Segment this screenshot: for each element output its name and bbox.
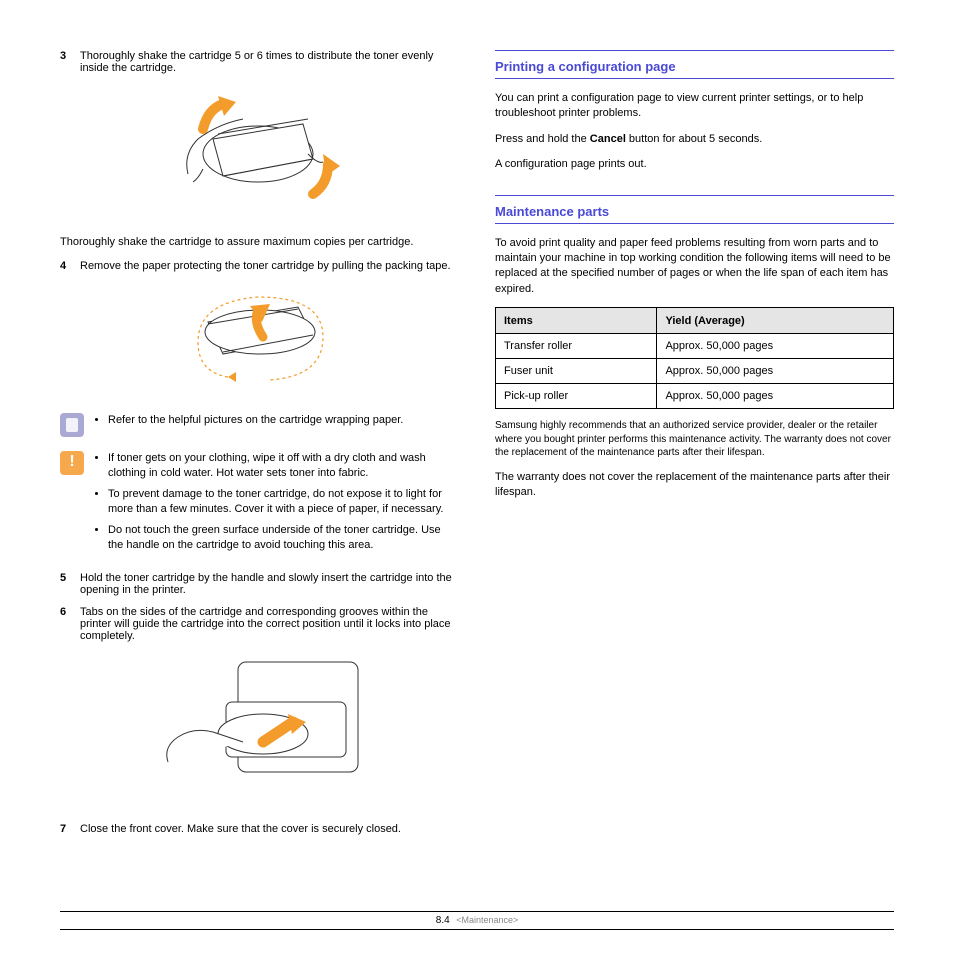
figure-remove-tape (60, 282, 455, 395)
heading-config: Printing a configuration page (495, 57, 894, 79)
warning-item: To prevent damage to the toner cartridge… (108, 487, 455, 517)
table-cell: Approx. 50,000 pages (657, 384, 894, 409)
figure-insert-cartridge (60, 652, 455, 805)
caution-icon (60, 451, 84, 475)
insert-cartridge-illustration (148, 652, 368, 802)
step-5: 5 Hold the toner cartridge by the handle… (60, 572, 455, 596)
maintenance-intro: To avoid print quality and paper feed pr… (495, 236, 894, 298)
warning-note: If toner gets on your clothing, wipe it … (60, 451, 455, 558)
right-column: Printing a configuration page You can pr… (495, 50, 894, 845)
table-header: Yield (Average) (657, 308, 894, 334)
step-text: Tabs on the sides of the cartridge and c… (80, 606, 455, 642)
step-number: 6 (60, 606, 72, 642)
step-number: 4 (60, 260, 72, 272)
note-icon (60, 413, 84, 437)
step-6: 6 Tabs on the sides of the cartridge and… (60, 606, 455, 642)
section-label: <Maintenance> (456, 915, 518, 925)
page-content: 3 Thoroughly shake the cartridge 5 or 6 … (0, 0, 954, 875)
config-result: A configuration page prints out. (495, 157, 894, 172)
step-number: 7 (60, 823, 72, 835)
remove-tape-illustration (178, 282, 338, 392)
config-intro: You can print a configuration page to vi… (495, 91, 894, 122)
config-press: Press and hold the Cancel button for abo… (495, 132, 894, 147)
table-header-row: Items Yield (Average) (496, 308, 894, 334)
step-7: 7 Close the front cover. Make sure that … (60, 823, 455, 835)
table-row: Fuser unit Approx. 50,000 pages (496, 359, 894, 384)
press-pre: Press and hold the (495, 133, 590, 145)
heading-maintenance: Maintenance parts (495, 202, 894, 224)
cancel-button-label: Cancel (590, 133, 626, 145)
shake-caption: Thoroughly shake the cartridge to assure… (60, 235, 455, 250)
table-header: Items (496, 308, 657, 334)
left-column: 3 Thoroughly shake the cartridge 5 or 6 … (60, 50, 455, 845)
warning-item: If toner gets on your clothing, wipe it … (108, 451, 455, 481)
heading-rule-top (495, 195, 894, 196)
step-number: 5 (60, 572, 72, 596)
table-cell: Pick-up roller (496, 384, 657, 409)
step-text: Close the front cover. Make sure that th… (80, 823, 455, 835)
page-footer: 8.4 <Maintenance> (60, 911, 894, 930)
shake-cartridge-illustration (158, 84, 358, 214)
maintenance-note-1: Samsung highly recommends that an author… (495, 419, 894, 460)
warning-item: Do not touch the green surface underside… (108, 523, 455, 553)
step-4: 4 Remove the paper protecting the toner … (60, 260, 455, 272)
maintenance-note-2: The warranty does not cover the replacem… (495, 470, 894, 501)
info-note-text: Refer to the helpful pictures on the car… (108, 413, 455, 428)
table-cell: Fuser unit (496, 359, 657, 384)
table-cell: Approx. 50,000 pages (657, 334, 894, 359)
step-3: 3 Thoroughly shake the cartridge 5 or 6 … (60, 50, 455, 74)
note-body: Refer to the helpful pictures on the car… (94, 413, 455, 434)
step-text: Remove the paper protecting the toner ca… (80, 260, 455, 272)
info-note: Refer to the helpful pictures on the car… (60, 413, 455, 437)
page-number: 8.4 (436, 915, 450, 926)
table-row: Transfer roller Approx. 50,000 pages (496, 334, 894, 359)
heading-rule-top (495, 50, 894, 51)
step-text: Thoroughly shake the cartridge 5 or 6 ti… (80, 50, 455, 74)
table-cell: Approx. 50,000 pages (657, 359, 894, 384)
step-text: Hold the toner cartridge by the handle a… (80, 572, 455, 596)
table-row: Pick-up roller Approx. 50,000 pages (496, 384, 894, 409)
press-post: button for about 5 seconds. (626, 133, 762, 145)
maintenance-parts-table: Items Yield (Average) Transfer roller Ap… (495, 307, 894, 409)
warning-body: If toner gets on your clothing, wipe it … (94, 451, 455, 558)
figure-shake-cartridge (60, 84, 455, 217)
table-cell: Transfer roller (496, 334, 657, 359)
step-number: 3 (60, 50, 72, 74)
